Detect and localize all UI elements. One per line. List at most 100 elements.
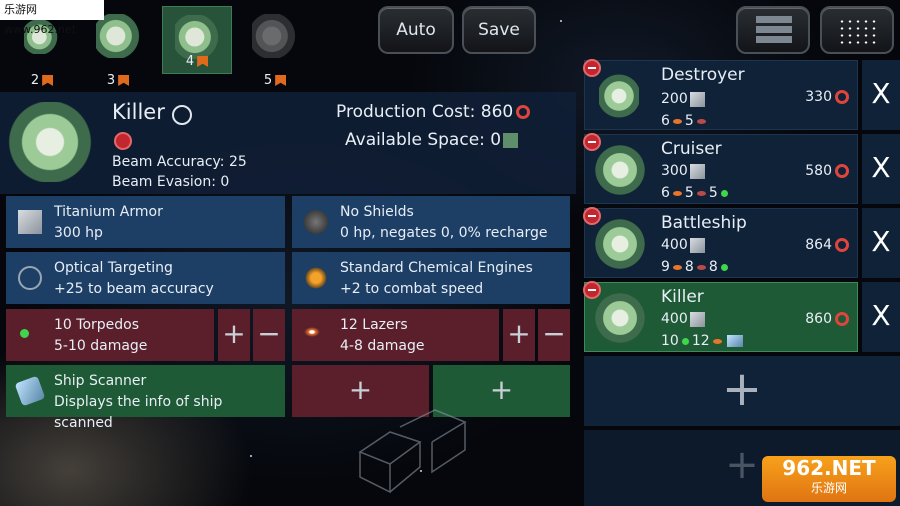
ship-list-button[interactable] (736, 6, 810, 54)
design-armor: 400 (661, 311, 688, 327)
gear-icon (835, 164, 849, 178)
design-cost: 580 (805, 163, 832, 179)
gear-icon (835, 90, 849, 104)
module-engines[interactable]: Standard Chemical Engines +2 to combat s… (292, 252, 570, 304)
design-item-killer[interactable]: Killer 400 10 12 860 (583, 281, 858, 352)
design-cost: 864 (805, 237, 832, 253)
auto-button[interactable]: Auto (378, 6, 454, 54)
space-icon (503, 132, 519, 148)
missile-icon (696, 264, 706, 270)
flag-icon (275, 75, 287, 86)
torpedo-icon (20, 329, 29, 338)
module-detail: 5-10 damage (54, 338, 148, 354)
module-scanner[interactable]: Ship Scanner Displays the info of ship s… (6, 365, 285, 431)
armor-icon (689, 311, 705, 327)
ship-icon (593, 293, 647, 343)
missile-icon (696, 118, 706, 124)
ship-icon (96, 14, 140, 58)
design-name: Cruiser (661, 139, 722, 159)
missile-icon (696, 190, 706, 196)
ship-icon (599, 71, 639, 121)
watermark: 乐游网 www.962.net (0, 0, 104, 36)
save-button[interactable]: Save (462, 6, 536, 54)
flag-icon (42, 75, 54, 86)
selected-ship-image (4, 102, 96, 182)
ship-icon (252, 14, 296, 58)
module-lazers[interactable]: 12 Lazers 4-8 damage (292, 309, 499, 361)
design-weapon-1: 9 (661, 259, 670, 275)
module-torpedos[interactable]: 10 Torpedos 5-10 damage (6, 309, 214, 361)
flag-icon (118, 75, 130, 86)
module-detail: +2 to combat speed (340, 281, 484, 297)
close-killer-button[interactable]: X (862, 282, 900, 352)
add-lazer-button[interactable]: + (503, 309, 535, 361)
flag-icon (197, 56, 209, 67)
gear-icon (835, 312, 849, 326)
ship-icon (175, 15, 219, 59)
design-armor: 200 (661, 91, 688, 107)
torpedo-icon (720, 189, 728, 197)
design-name: Killer (661, 287, 704, 307)
design-armor: 300 (661, 163, 688, 179)
ship-slot-count: 4 (185, 54, 195, 69)
cost-gear-icon (516, 105, 531, 119)
design-weapon-3: 8 (708, 259, 718, 275)
design-name: Battleship (661, 213, 747, 233)
lazer-icon (672, 190, 682, 196)
module-title: Standard Chemical Engines (340, 260, 533, 276)
module-targeting[interactable]: Optical Targeting +25 to beam accuracy (6, 252, 285, 304)
delete-icon[interactable] (583, 59, 601, 77)
lazer-icon (304, 327, 320, 337)
production-cost: Production Cost: 860 (336, 102, 514, 122)
ship-name: Killer (112, 100, 165, 124)
add-design-button[interactable]: + (584, 356, 900, 426)
close-battleship-button[interactable]: X (862, 208, 900, 278)
stars-icon (838, 18, 878, 44)
design-item-battleship[interactable]: Battleship 400 988 864 (583, 207, 858, 278)
ship-slot-count: 2 (30, 73, 40, 88)
module-title: 10 Torpedos (54, 317, 140, 333)
armor-icon (689, 91, 705, 107)
module-detail: +25 to beam accuracy (54, 281, 214, 297)
module-detail: Displays the info of ship scanned (54, 394, 223, 431)
module-title: No Shields (340, 204, 414, 220)
design-armor: 400 (661, 237, 688, 253)
torpedo-icon (720, 263, 728, 271)
ship-icon (593, 219, 647, 269)
module-title: Ship Scanner (54, 373, 147, 389)
engine-icon (304, 266, 328, 290)
ship-summary-panel: Killer Beam Accuracy: 25 Beam Evasion: 0… (0, 92, 576, 194)
scanner-icon (726, 335, 743, 347)
module-shields[interactable]: No Shields 0 hp, negates 0, 0% recharge (292, 196, 570, 248)
rename-icon[interactable] (172, 105, 192, 125)
delete-design-icon[interactable] (114, 132, 132, 150)
close-destroyer-button[interactable]: X (862, 60, 900, 130)
design-item-cruiser[interactable]: Cruiser 300 655 580 (583, 133, 858, 204)
design-weapon-1: 6 (661, 185, 670, 201)
design-name: Destroyer (661, 65, 745, 85)
design-weapon-3: 5 (708, 185, 718, 201)
module-title: Titanium Armor (54, 204, 163, 220)
close-cruiser-button[interactable]: X (862, 134, 900, 204)
add-torpedo-button[interactable]: + (218, 309, 250, 361)
ship-slot-count: 3 (106, 73, 116, 88)
galaxy-map-button[interactable] (820, 6, 894, 54)
design-cost: 860 (805, 311, 832, 327)
design-weapon-2: 8 (684, 259, 694, 275)
armor-icon (689, 163, 705, 179)
armor-icon (689, 237, 705, 253)
module-title: 12 Lazers (340, 317, 408, 333)
module-detail: 0 hp, negates 0, 0% recharge (340, 225, 548, 241)
scanner-icon (14, 375, 46, 407)
module-armor[interactable]: Titanium Armor 300 hp (6, 196, 285, 248)
remove-torpedo-button[interactable]: − (253, 309, 285, 361)
design-weapon-2: 5 (684, 113, 694, 129)
remove-lazer-button[interactable]: − (538, 309, 570, 361)
ship-slot-3[interactable]: 4 (162, 6, 232, 74)
brand-sub: 乐游网 (810, 481, 847, 495)
design-item-destroyer[interactable]: Destroyer 200 65 330 (583, 59, 858, 130)
wireframe-ship (358, 409, 467, 494)
ship-slot-count: 5 (263, 73, 273, 88)
ship-slot-4[interactable]: 5 (240, 6, 310, 88)
module-title: Optical Targeting (54, 260, 173, 276)
